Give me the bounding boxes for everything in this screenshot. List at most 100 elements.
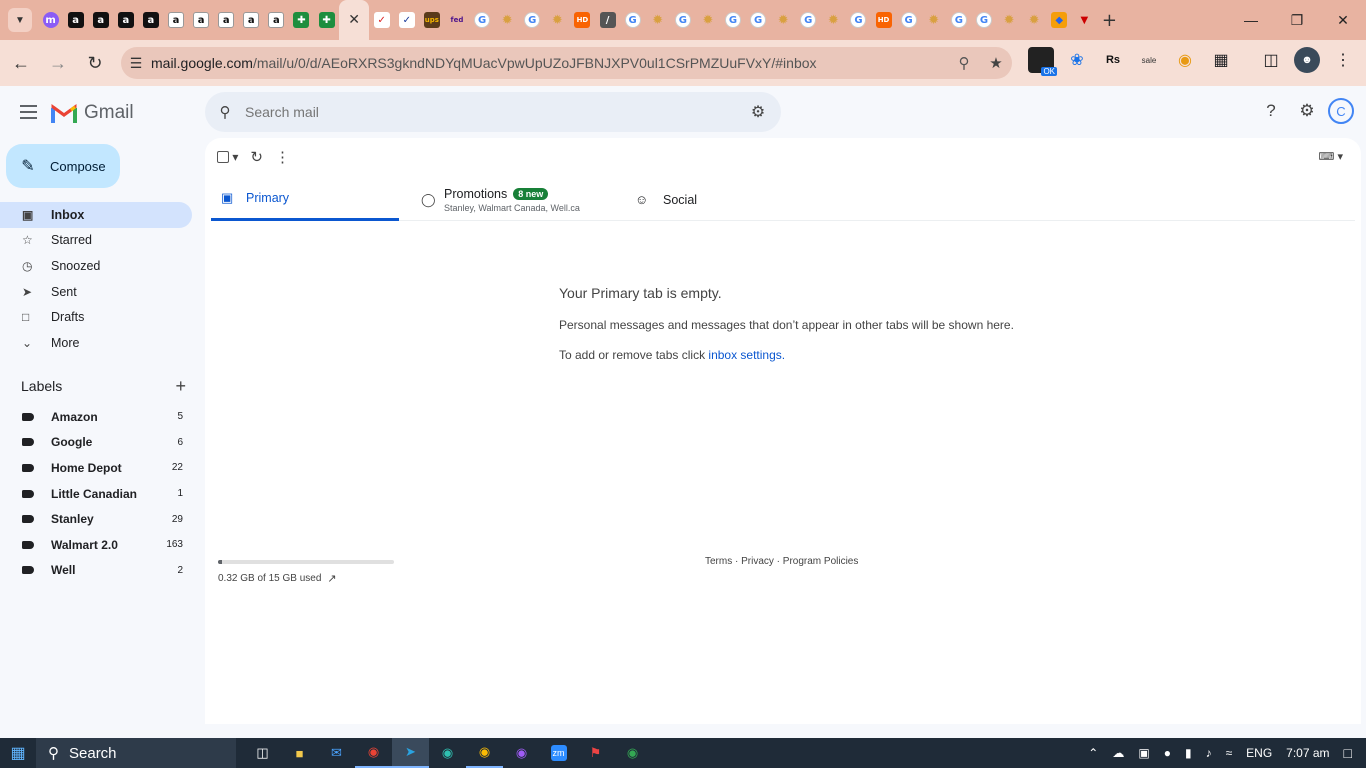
tab-google[interactable]: G (470, 0, 495, 40)
app-figure-icon[interactable]: ⚑ (577, 738, 614, 768)
tab-google[interactable]: G (720, 0, 745, 40)
menu-dots-icon[interactable]: ⋮ (1330, 47, 1356, 73)
site-settings-icon[interactable]: ☰ (121, 55, 151, 72)
footer-links[interactable]: Terms · Privacy · Program Policies (705, 556, 858, 567)
tab-google[interactable]: G (670, 0, 695, 40)
label-item-stanley[interactable]: Stanley 29 (0, 506, 192, 532)
tab-google[interactable]: G (620, 0, 645, 40)
sidebar-item-inbox[interactable]: ▣ Inbox (0, 202, 192, 228)
taskbar-search[interactable]: ⚲ Search (36, 738, 236, 768)
open-external-icon[interactable]: ↗ (327, 572, 336, 585)
onedrive-icon[interactable]: ☁ (1112, 746, 1124, 760)
restore-icon[interactable]: ❐ (1274, 0, 1320, 40)
tab-misc[interactable]: / (595, 0, 620, 40)
tab-home-depot[interactable]: HD (871, 0, 896, 40)
label-item-amazon[interactable]: Amazon 5 (0, 404, 192, 430)
sidebar-item-drafts[interactable]: □ Drafts (0, 304, 192, 330)
search-bar[interactable]: ⚲ ⚙ (205, 92, 781, 132)
search-input[interactable] (245, 104, 735, 120)
tab-walmart[interactable]: ✹ (996, 0, 1021, 40)
tab-google[interactable]: G (520, 0, 545, 40)
tab-amazon[interactable]: a (239, 0, 264, 40)
tab-ups[interactable]: ups (419, 0, 444, 40)
extension-blue-icon[interactable]: ❀ (1064, 47, 1090, 73)
messenger-taskbar-icon[interactable]: ◉ (503, 738, 540, 768)
telegram-icon[interactable]: ➤ (392, 738, 429, 768)
tab-home-depot[interactable]: HD (570, 0, 595, 40)
new-tab-button[interactable]: + (1097, 0, 1122, 40)
tab-amazon[interactable]: a (138, 0, 163, 40)
file-explorer-icon[interactable]: ■ (281, 738, 318, 768)
tab-walmart[interactable]: ✹ (695, 0, 720, 40)
extension-sale-icon[interactable]: sale (1136, 47, 1162, 73)
sidebar-item-more[interactable]: ⌄ More (0, 330, 192, 356)
label-item-walmart[interactable]: Walmart 2.0 163 (0, 532, 192, 558)
tab-sheets[interactable]: ✚ (289, 0, 314, 40)
tab-colorful[interactable]: ◆ (1047, 0, 1072, 40)
extensions-puzzle-icon[interactable]: ▦ (1208, 47, 1234, 73)
tab-search-dropdown-icon[interactable]: ▼ (8, 8, 32, 32)
address-bar[interactable]: ☰ mail.google.com/mail/u/0/d/AEoRXRS3gkn… (121, 47, 1012, 79)
label-item-well[interactable]: Well 2 (0, 558, 192, 584)
extension-honey-icon[interactable]: ◉ (1172, 47, 1198, 73)
more-options-icon[interactable]: ⋮ (275, 148, 290, 166)
tab-walmart[interactable]: ✹ (645, 0, 670, 40)
chrome-icon[interactable]: ◉ (355, 738, 392, 768)
label-item-little-canadian[interactable]: Little Canadian 1 (0, 481, 192, 507)
label-item-google[interactable]: Google 6 (0, 430, 192, 456)
tab-bookmark[interactable]: ✓ (394, 0, 419, 40)
window-close-icon[interactable]: ✕ (1320, 0, 1366, 40)
gmail-logo[interactable]: Gmail (51, 102, 134, 124)
tab-walmart[interactable]: ✹ (1022, 0, 1047, 40)
tab-sheets[interactable]: ✚ (314, 0, 339, 40)
battery-icon[interactable]: ▮ (1185, 746, 1192, 760)
input-tools-keyboard-icon[interactable]: ⌨ ▾ (1319, 150, 1343, 163)
zoom-icon[interactable]: ⚲ (948, 54, 980, 72)
create-label-plus-icon[interactable]: + (175, 376, 186, 397)
tab-amazon[interactable]: a (113, 0, 138, 40)
zoom-icon[interactable]: zm (540, 738, 577, 768)
wifi-icon[interactable]: ≈ (1226, 746, 1233, 760)
account-avatar[interactable]: C (1328, 98, 1354, 124)
tab-walmart[interactable]: ✹ (771, 0, 796, 40)
side-panel-icon[interactable]: ◫ (1258, 47, 1284, 73)
tab-amazon[interactable]: a (163, 0, 188, 40)
search-options-icon[interactable]: ⚙ (735, 102, 781, 122)
tab-triangle[interactable]: ▼ (1072, 0, 1097, 40)
url-text[interactable]: mail.google.com/mail/u/0/d/AEoRXRS3gkndN… (151, 55, 948, 71)
tab-walmart[interactable]: ✹ (821, 0, 846, 40)
settings-gear-icon[interactable]: ⚙ (1292, 96, 1322, 126)
notifications-icon[interactable]: □ (1344, 745, 1352, 761)
help-icon[interactable]: ? (1256, 96, 1286, 126)
tab-messenger[interactable]: m (38, 0, 63, 40)
language-indicator[interactable]: ENG (1246, 746, 1272, 760)
meet-now-icon[interactable]: ▣ (1138, 746, 1149, 760)
refresh-icon[interactable]: ↻ (250, 148, 263, 166)
chrome-alt-icon[interactable]: ◉ (614, 738, 651, 768)
tab-promotions[interactable]: ◯ Promotions 8 new Stanley, Walmart Canad… (399, 178, 623, 221)
search-icon[interactable]: ⚲ (205, 103, 245, 121)
clock[interactable]: 7:07 am (1286, 746, 1329, 760)
tab-walmart[interactable]: ✹ (545, 0, 570, 40)
tab-amazon[interactable]: a (88, 0, 113, 40)
tab-google[interactable]: G (796, 0, 821, 40)
select-all-checkbox[interactable]: ▾ (217, 150, 238, 164)
tab-google[interactable]: G (896, 0, 921, 40)
tab-walmart[interactable]: ✹ (495, 0, 520, 40)
reload-icon[interactable]: ↻ (79, 47, 111, 79)
tab-google[interactable]: G (846, 0, 871, 40)
compose-button[interactable]: ✎ Compose (6, 144, 120, 188)
minimize-icon[interactable]: — (1228, 0, 1274, 40)
tab-social[interactable]: ☺ Social (623, 178, 697, 221)
tab-gmail-active-close-icon[interactable]: ✕ (339, 0, 370, 40)
tab-google[interactable]: G (746, 0, 771, 40)
volume-icon[interactable]: ♪ (1206, 746, 1212, 760)
tab-fedex[interactable]: fed (444, 0, 469, 40)
profile-avatar-icon[interactable]: ☻ (1294, 47, 1320, 73)
sidebar-item-sent[interactable]: ➤ Sent (0, 279, 192, 305)
tab-primary[interactable]: ▣ Primary (211, 178, 399, 221)
chrome-profile-icon[interactable]: ◉ (466, 738, 503, 768)
tab-amazon[interactable]: a (264, 0, 289, 40)
tab-walmart[interactable]: ✹ (921, 0, 946, 40)
tray-chevron-up-icon[interactable]: ⌃ (1088, 746, 1098, 760)
